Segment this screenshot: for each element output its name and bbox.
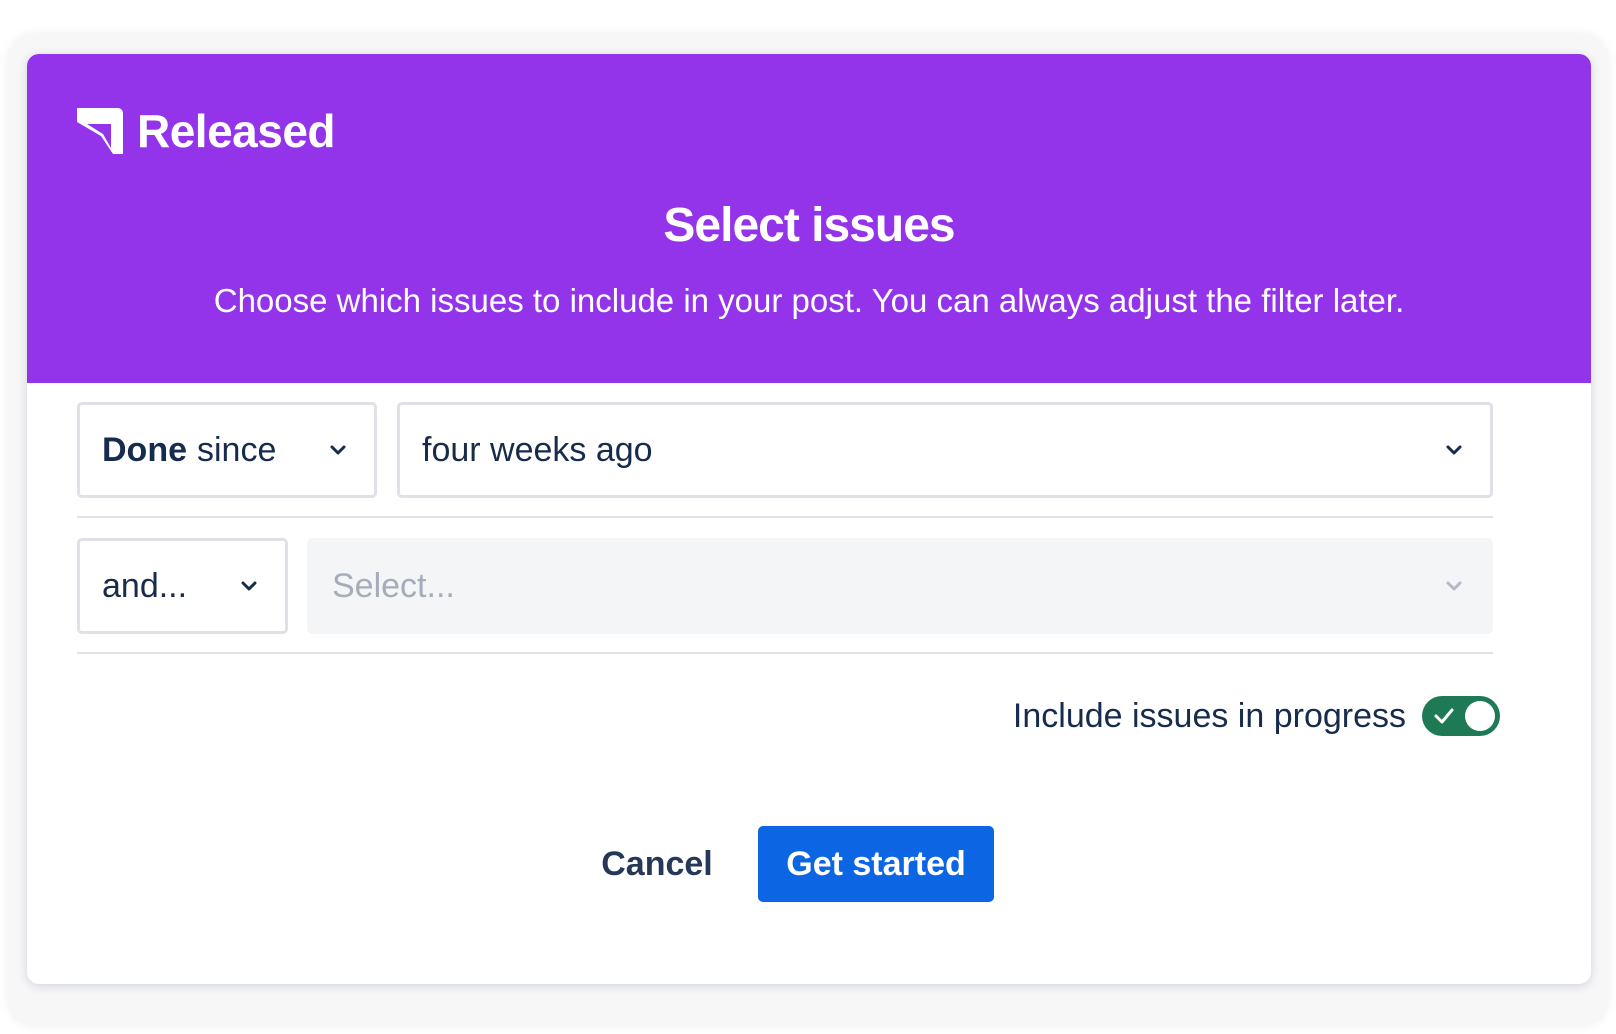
status-filter-select[interactable]: Done since (77, 402, 377, 498)
filter-divider (77, 516, 1493, 518)
toggle-knob (1465, 701, 1495, 731)
dialog-title: Select issues (663, 199, 955, 252)
cancel-button[interactable]: Cancel (582, 826, 732, 902)
time-filter-select[interactable]: four weeks ago (397, 402, 1493, 498)
chevron-down-icon (330, 445, 346, 455)
chevron-down-icon (1446, 581, 1462, 591)
brand-name: Released (137, 105, 336, 157)
check-icon (1434, 708, 1454, 724)
released-logo-icon (77, 108, 123, 154)
select-issues-dialog: Released Select issues Choose which issu… (27, 54, 1591, 984)
in-progress-label: Include issues in progress (1012, 696, 1406, 735)
conjunction-select[interactable]: and... (77, 538, 288, 634)
chevron-down-icon (1446, 445, 1462, 455)
filter-divider (77, 652, 1493, 654)
field-filter-placeholder: Select... (332, 566, 455, 605)
time-filter-value: four weeks ago (422, 430, 653, 469)
status-filter-strong: Done (102, 430, 187, 469)
brand-logo: Released (77, 105, 336, 157)
in-progress-toggle[interactable] (1422, 696, 1500, 736)
conjunction-value: and... (102, 566, 188, 605)
status-filter-rest: since (197, 430, 277, 469)
get-started-button[interactable]: Get started (758, 826, 994, 902)
in-progress-toggle-row: Include issues in progress (1013, 696, 1500, 736)
chevron-down-icon (241, 581, 257, 591)
dialog-subtitle: Choose which issues to include in your p… (213, 282, 1405, 319)
field-filter-select: Select... (307, 538, 1493, 634)
dialog-header: Released Select issues Choose which issu… (27, 54, 1591, 383)
